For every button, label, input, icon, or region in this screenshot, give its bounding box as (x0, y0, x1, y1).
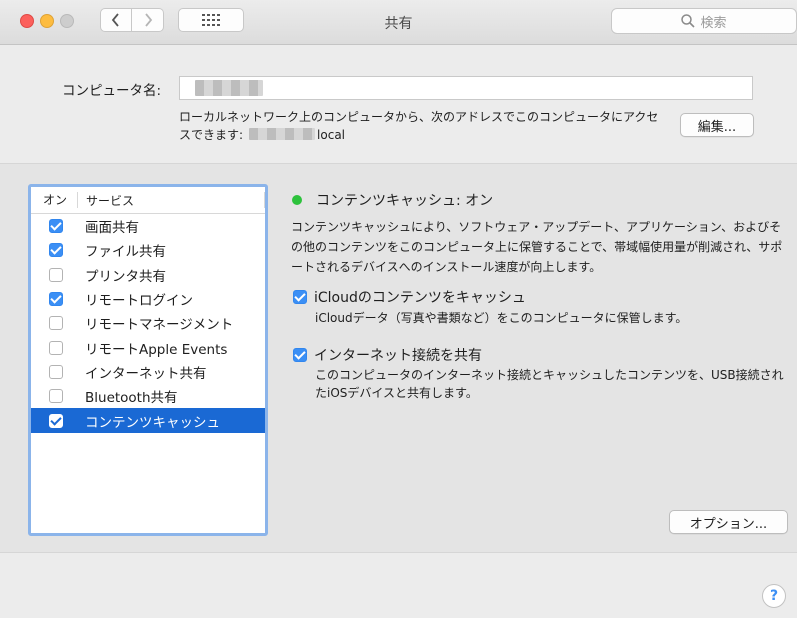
service-row[interactable]: リモートApple Events (31, 335, 265, 359)
help-button[interactable]: ? (762, 584, 786, 608)
service-label: プリンタ共有 (85, 268, 166, 285)
service-row[interactable]: ファイル共有 (31, 238, 265, 262)
service-status: コンテンツキャッシュ: オン (292, 190, 493, 210)
service-label: インターネット共有 (85, 365, 207, 382)
computer-name-section: コンピュータ名: ローカルネットワーク上のコンピュータから、次のアドレスでこのコ… (0, 45, 797, 164)
status-text: コンテンツキャッシュ: オン (316, 193, 494, 209)
cache-icloud-label: iCloudのコンテンツをキャッシュ (314, 290, 526, 306)
service-checkbox[interactable] (49, 413, 63, 428)
service-row[interactable]: Bluetooth共有 (31, 384, 265, 408)
service-checkbox[interactable] (49, 267, 63, 282)
cache-icloud-checkbox[interactable] (293, 290, 307, 304)
service-checkbox[interactable] (49, 389, 63, 404)
service-label: 画面共有 (85, 220, 139, 237)
service-row[interactable]: リモートマネージメント (31, 311, 265, 335)
status-indicator-icon (292, 195, 302, 205)
service-row[interactable]: プリンタ共有 (31, 263, 265, 287)
search-placeholder: 検索 (700, 15, 727, 31)
local-address-text: ローカルネットワーク上のコンピュータから、次のアドレスでこのコンピュータにアクセ… (179, 110, 659, 142)
cache-icloud-description: iCloudデータ（写真や書類など）をこのコンピュータに保管します。 (315, 311, 688, 325)
share-internet-checkbox[interactable] (293, 348, 307, 362)
service-description: コンテンツキャッシュにより、ソフトウェア・アップデート、アプリケーション、および… (291, 220, 783, 274)
service-row[interactable]: コンテンツキャッシュ (31, 408, 265, 433)
redacted-computer-name (195, 80, 263, 96)
service-row[interactable]: 画面共有 (31, 214, 265, 238)
service-label: コンテンツキャッシュ (85, 414, 220, 431)
title-bar: 共有 検索 (0, 0, 797, 45)
services-list-header: オン サービス (31, 187, 265, 214)
service-label: Bluetooth共有 (85, 390, 178, 407)
services-area: オン サービス 画面共有ファイル共有 プリンタ共有リモートログインリモートマネージ… (0, 164, 797, 553)
services-list[interactable]: オン サービス 画面共有ファイル共有 プリンタ共有リモートログインリモートマネージ… (28, 184, 268, 536)
edit-button[interactable]: 編集... (680, 113, 754, 137)
options-button[interactable]: オプション... (669, 510, 788, 534)
header-service[interactable]: サービス (78, 192, 134, 209)
service-checkbox[interactable] (49, 292, 63, 307)
service-label: リモートログイン (85, 293, 193, 310)
search-field[interactable]: 検索 (611, 8, 797, 34)
computer-name-label: コンピュータ名: (62, 83, 162, 99)
sharing-window: 共有 検索 コンピュータ名: ローカルネットワーク上のコンピュータから、次のアド… (0, 0, 797, 618)
service-label: ファイル共有 (85, 244, 166, 261)
service-checkbox[interactable] (49, 316, 63, 331)
header-on[interactable]: オン (31, 192, 78, 208)
service-checkbox[interactable] (49, 340, 63, 355)
search-icon (681, 14, 696, 28)
share-internet-label: インターネット接続を共有 (314, 348, 482, 364)
service-checkbox[interactable] (49, 243, 63, 258)
cache-icloud-option[interactable]: iCloudのコンテンツをキャッシュ (293, 287, 526, 307)
service-label: リモートマネージメント (85, 317, 234, 334)
service-row[interactable]: リモートログイン (31, 287, 265, 311)
share-internet-option[interactable]: インターネット接続を共有 (293, 345, 482, 365)
computer-name-input[interactable] (179, 76, 753, 100)
address-suffix: local (317, 128, 346, 142)
service-checkbox[interactable] (49, 219, 63, 234)
service-checkbox[interactable] (49, 364, 63, 379)
redacted-hostname (249, 128, 316, 140)
service-label: リモートApple Events (85, 341, 228, 358)
service-row[interactable]: インターネット共有 (31, 360, 265, 384)
share-internet-description: このコンピュータのインターネット接続とキャッシュしたコンテンツを、USB接続され… (315, 368, 784, 400)
